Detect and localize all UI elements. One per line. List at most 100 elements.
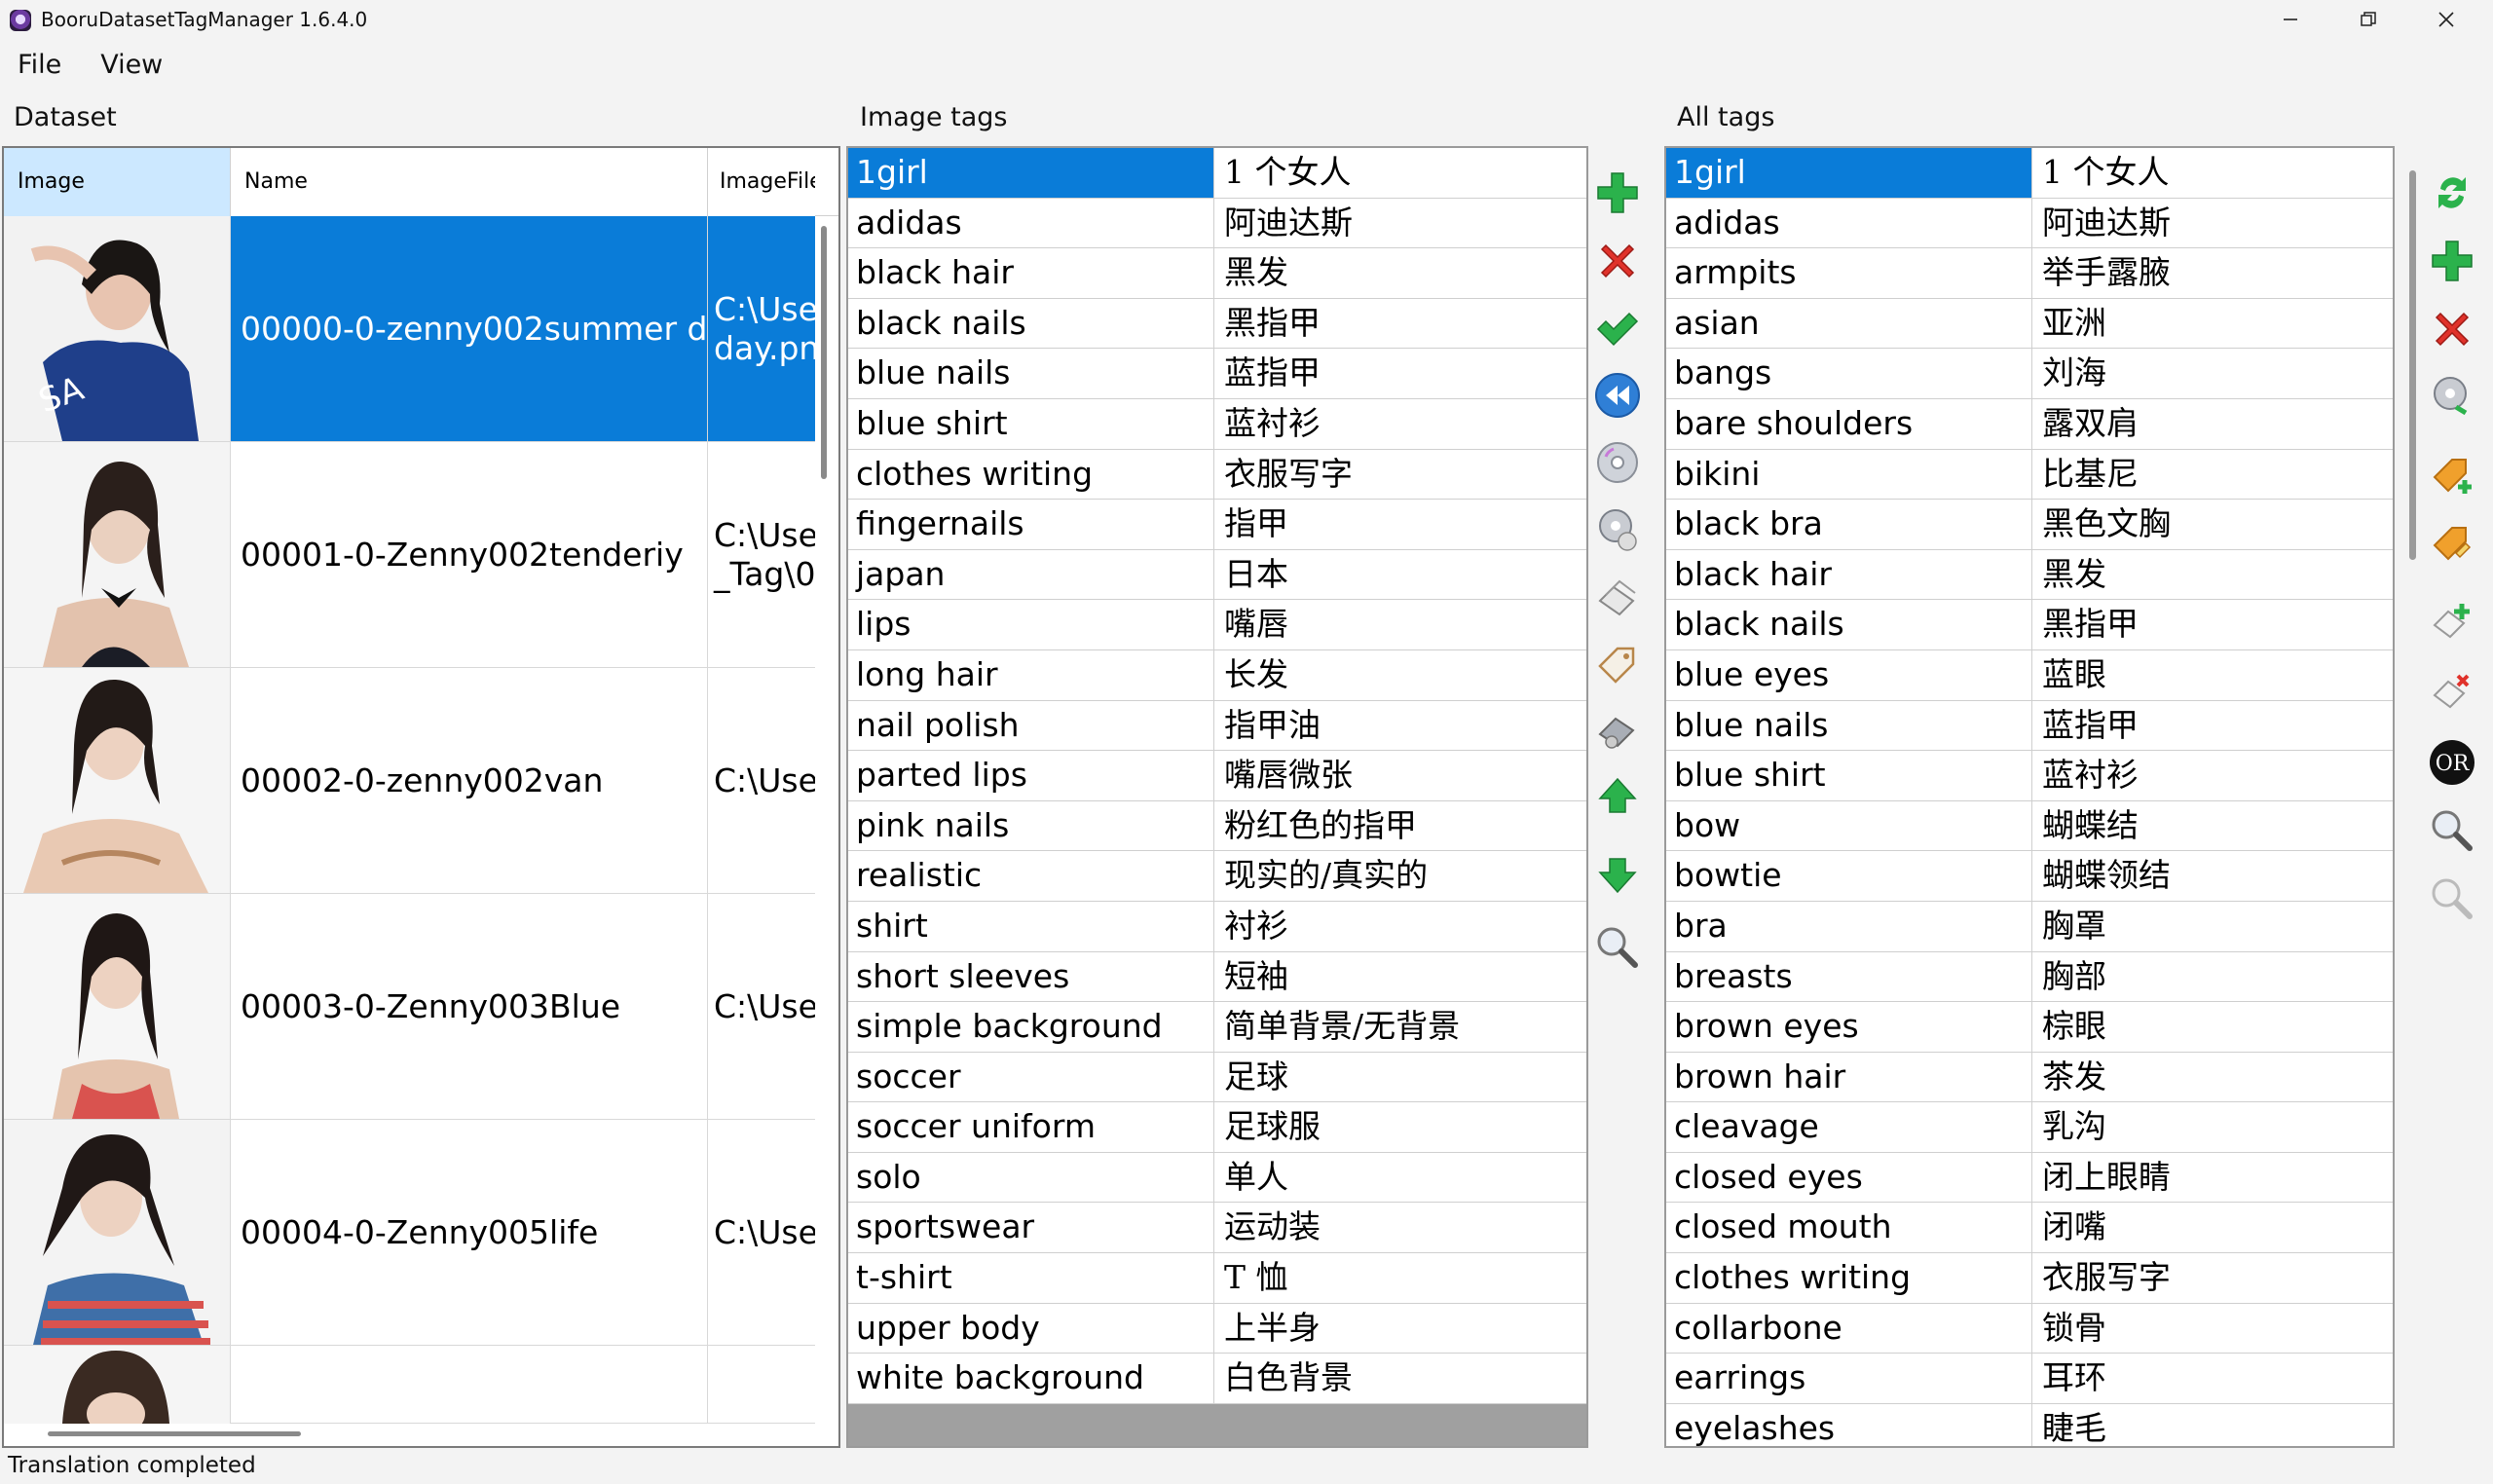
search-disabled-button[interactable] bbox=[2425, 872, 2479, 926]
note-add-button[interactable] bbox=[2425, 594, 2479, 649]
all-tags-table[interactable]: 1girl 1 个女人 adidas 阿迪达斯 armpits 举手露腋 asian 亚洲 ba… bbox=[1664, 146, 2395, 1448]
dataset-row[interactable]: SA 00000-0-zenny002summer day C:\Users\ … bbox=[4, 216, 815, 442]
image-tag-row[interactable]: black nails 黑指甲 bbox=[848, 298, 1586, 350]
add-tag-button[interactable] bbox=[1590, 166, 1645, 220]
image-tag-translation: 蓝指甲 bbox=[1224, 353, 1321, 392]
image-tag-row[interactable]: sportswear 运动装 bbox=[848, 1203, 1586, 1254]
rewind-button[interactable] bbox=[1590, 368, 1645, 423]
all-tag-row[interactable]: cleavage 乳沟 bbox=[1666, 1102, 2393, 1153]
all-tags-scroll-thumb[interactable] bbox=[2409, 170, 2416, 560]
all-tag-row[interactable]: asian 亚洲 bbox=[1666, 298, 2393, 350]
dataset-row[interactable]: 00001-0-Zenny002tenderiy C:\Users\ _Tag\… bbox=[4, 442, 815, 668]
all-tags-scrollbar[interactable] bbox=[2409, 146, 2417, 1448]
all-tag-row[interactable]: black bra 黑色文胸 bbox=[1666, 500, 2393, 550]
disc-add-button[interactable] bbox=[1590, 502, 1645, 557]
all-tag-row[interactable]: armpits 举手露腋 bbox=[1666, 248, 2393, 299]
all-tag-row[interactable]: black hair 黑发 bbox=[1666, 549, 2393, 601]
image-tag-row[interactable]: japan 日本 bbox=[848, 549, 1586, 601]
add-button[interactable] bbox=[2425, 234, 2479, 288]
all-tag-row[interactable]: brown hair 茶发 bbox=[1666, 1052, 2393, 1103]
search-button[interactable] bbox=[1590, 920, 1645, 975]
dataset-row[interactable]: 00002-0-zenny002van C:\Users\ bbox=[4, 668, 815, 894]
dataset-row[interactable] bbox=[4, 1346, 815, 1424]
all-tag-row[interactable]: bikini 比基尼 bbox=[1666, 449, 2393, 501]
all-tag-row[interactable]: bare shoulders 露双肩 bbox=[1666, 398, 2393, 450]
all-tag-row[interactable]: bangs 刘海 bbox=[1666, 349, 2393, 399]
all-tag-row[interactable]: brown eyes 棕眼 bbox=[1666, 1002, 2393, 1053]
refresh-button[interactable] bbox=[2425, 166, 2479, 220]
image-tag-row[interactable]: upper body 上半身 bbox=[848, 1303, 1586, 1354]
image-tag-row[interactable]: pink nails 粉红色的指甲 bbox=[848, 800, 1586, 852]
dataset-grid[interactable]: Image Name ImageFile SA 00000-0-zenny002… bbox=[2, 146, 840, 1448]
image-tag-row[interactable]: soccer uniform 足球服 bbox=[848, 1102, 1586, 1153]
column-header-imagefile[interactable]: ImageFile bbox=[708, 148, 815, 216]
save-button[interactable] bbox=[1590, 703, 1645, 758]
image-tag-row[interactable]: clothes writing 衣服写字 bbox=[848, 449, 1586, 501]
all-tag-row[interactable]: adidas 阿迪达斯 bbox=[1666, 198, 2393, 249]
all-tag-row[interactable]: closed eyes 闭上眼睛 bbox=[1666, 1152, 2393, 1204]
image-tag-row[interactable]: nail polish 指甲油 bbox=[848, 700, 1586, 752]
row-imagefile bbox=[708, 1346, 815, 1423]
image-tags-table[interactable]: 1girl 1 个女人 adidas 阿迪达斯 black hair 黑发 black na… bbox=[846, 146, 1588, 1448]
image-tag-row[interactable]: white background 白色背景 bbox=[848, 1354, 1586, 1404]
image-tag-row[interactable]: soccer 足球 bbox=[848, 1052, 1586, 1103]
image-tag-row[interactable]: short sleeves 短袖 bbox=[848, 951, 1586, 1003]
image-tag-row[interactable]: adidas 阿迪达斯 bbox=[848, 198, 1586, 249]
all-tag-row[interactable]: breasts 胸部 bbox=[1666, 951, 2393, 1003]
all-tag-row[interactable]: blue eyes 蓝眼 bbox=[1666, 649, 2393, 701]
disc-button-right[interactable] bbox=[2425, 370, 2479, 425]
menu-file[interactable]: File bbox=[0, 43, 79, 88]
image-tag-row[interactable]: lips 嘴唇 bbox=[848, 600, 1586, 650]
all-tag-row[interactable]: earrings 耳环 bbox=[1666, 1354, 2393, 1404]
all-tag-row[interactable]: black nails 黑指甲 bbox=[1666, 600, 2393, 650]
all-tag-row[interactable]: blue shirt 蓝衬衫 bbox=[1666, 751, 2393, 801]
dataset-row[interactable]: 00004-0-Zenny005life C:\Users\ bbox=[4, 1120, 815, 1346]
apply-button[interactable] bbox=[1590, 302, 1645, 356]
image-tag-row[interactable]: fingernails 指甲 bbox=[848, 500, 1586, 550]
tag-edit-button[interactable] bbox=[2425, 516, 2479, 571]
note-delete-button[interactable] bbox=[2425, 664, 2479, 719]
image-tag-row[interactable]: t-shirt T 恤 bbox=[848, 1253, 1586, 1304]
dataset-row[interactable]: 00003-0-Zenny003Blue C:\Users\ bbox=[4, 894, 815, 1120]
image-tag-row[interactable]: blue nails 蓝指甲 bbox=[848, 349, 1586, 399]
delete-tag-button[interactable] bbox=[1590, 234, 1645, 288]
column-header-image[interactable]: Image bbox=[4, 148, 231, 216]
tag-add-button[interactable] bbox=[2425, 448, 2479, 502]
image-tag-row[interactable]: realistic 现实的/真实的 bbox=[848, 851, 1586, 902]
menu-view[interactable]: View bbox=[79, 43, 180, 88]
all-tag-row[interactable]: bra 胸罩 bbox=[1666, 901, 2393, 952]
or-filter-button[interactable]: OR bbox=[2425, 735, 2479, 790]
column-header-name[interactable]: Name bbox=[231, 148, 708, 216]
all-tag-row[interactable]: collarbone 锁骨 bbox=[1666, 1303, 2393, 1354]
disc-button[interactable] bbox=[1590, 435, 1645, 490]
dataset-horizontal-scrollbar[interactable] bbox=[48, 1431, 301, 1436]
dataset-vertical-scrollbar[interactable] bbox=[821, 226, 827, 479]
search-button-right[interactable] bbox=[2425, 803, 2479, 858]
all-tag-row[interactable]: blue nails 蓝指甲 bbox=[1666, 700, 2393, 752]
all-tag-row[interactable]: closed mouth 闭嘴 bbox=[1666, 1203, 2393, 1254]
image-tag-row[interactable]: simple background 简单背景/无背景 bbox=[848, 1002, 1586, 1053]
image-tag-row[interactable]: long hair 长发 bbox=[848, 649, 1586, 701]
image-tag-row[interactable]: 1girl 1 个女人 bbox=[848, 148, 1586, 199]
all-tag-row[interactable]: bowtie 蝴蝶领结 bbox=[1666, 851, 2393, 902]
close-button[interactable] bbox=[2407, 0, 2485, 39]
image-tag-row[interactable]: shirt 衬衫 bbox=[848, 901, 1586, 952]
restore-button[interactable] bbox=[2329, 0, 2407, 39]
all-tag-row[interactable]: eyelashes 睫毛 bbox=[1666, 1403, 2393, 1446]
image-tag-row[interactable]: solo 单人 bbox=[848, 1152, 1586, 1204]
minimize-button[interactable] bbox=[2251, 0, 2329, 39]
all-tag-row[interactable]: 1girl 1 个女人 bbox=[1666, 148, 2393, 199]
row-imagefile: C:\Users\ bbox=[708, 668, 815, 893]
delete-button[interactable] bbox=[2425, 302, 2479, 356]
all-tag-row[interactable]: clothes writing 衣服写字 bbox=[1666, 1253, 2393, 1304]
image-tag-row[interactable]: blue shirt 蓝衬衫 bbox=[848, 398, 1586, 450]
image-tag-translation: 白色背景 bbox=[1224, 1358, 1353, 1397]
tag-button[interactable] bbox=[1590, 637, 1645, 691]
copy-button[interactable] bbox=[1590, 570, 1645, 624]
image-tag-row[interactable]: parted lips 嘴唇微张 bbox=[848, 751, 1586, 801]
image-tag-translation: 单人 bbox=[1224, 1157, 1288, 1196]
move-down-button[interactable] bbox=[1590, 847, 1645, 902]
all-tag-row[interactable]: bow 蝴蝶结 bbox=[1666, 800, 2393, 852]
move-up-button[interactable] bbox=[1590, 769, 1645, 824]
image-tag-row[interactable]: black hair 黑发 bbox=[848, 248, 1586, 299]
